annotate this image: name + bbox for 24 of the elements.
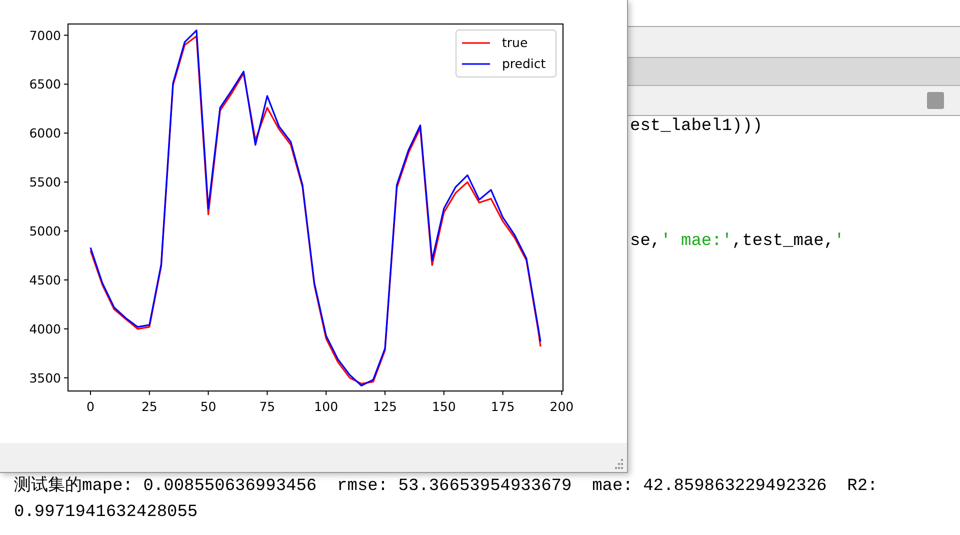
- tick-label: 7000: [29, 28, 61, 43]
- tick-label: 4000: [29, 321, 61, 336]
- tick-label: 5000: [29, 224, 61, 238]
- resize-grip-icon[interactable]: [613, 459, 623, 469]
- tick-label: 6000: [29, 126, 61, 141]
- tick-label: 125: [373, 399, 397, 414]
- legend-label: true: [502, 35, 528, 50]
- legend-label: predict: [502, 56, 546, 71]
- code-line: est_label1))): [630, 116, 763, 138]
- tick-label: 25: [141, 399, 158, 414]
- tick-label: 6500: [29, 76, 61, 92]
- tick-label: 50: [200, 399, 216, 414]
- tick-label: 175: [490, 399, 515, 414]
- code-line: se,' mae:',test_mae,': [630, 231, 844, 253]
- tick-label: 3500: [29, 370, 61, 386]
- tick-label: 150: [432, 399, 456, 414]
- tick-label: 200: [550, 399, 574, 414]
- tick-label: 4500: [29, 272, 61, 288]
- tick-label: 5500: [29, 174, 61, 190]
- output-text: 测试集的mape: 0.008550636993456 rmse: 53.36653954933679 mae: 42.859863229492326 R2:: [14, 475, 878, 498]
- tick-label: 0: [86, 399, 94, 414]
- output-text: 0.9971941632428055: [14, 502, 198, 524]
- tick-label: 100: [314, 399, 338, 414]
- tick-label: 75: [259, 399, 276, 414]
